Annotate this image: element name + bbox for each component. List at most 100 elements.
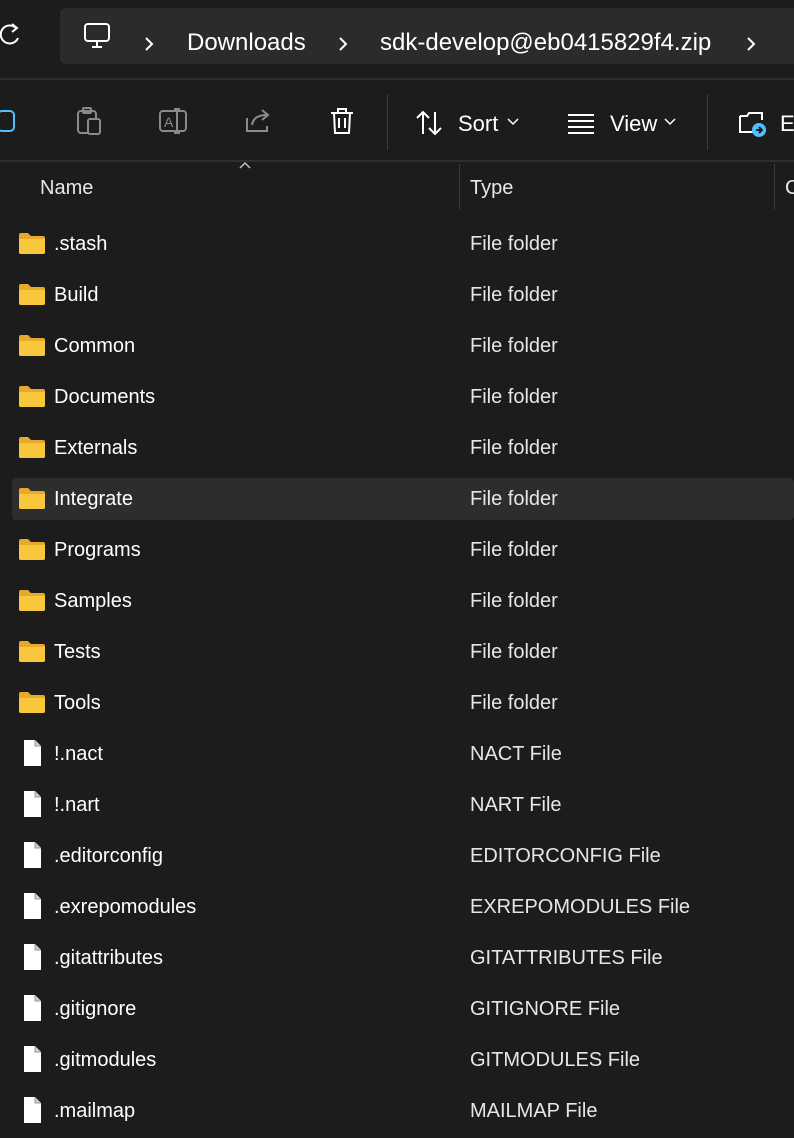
copy-icon[interactable]: [0, 106, 18, 136]
breadcrumb-item-downloads[interactable]: Downloads: [187, 29, 306, 57]
file-name: .gitignore: [54, 998, 137, 1020]
file-row[interactable]: Samples File folder: [12, 580, 794, 622]
file-row[interactable]: .gitmodules GITMODULES File: [12, 1039, 794, 1081]
file-name: Build: [54, 284, 99, 306]
file-row[interactable]: .exrepomodules EXREPOMODULES File: [12, 886, 794, 928]
file-name: .gitmodules: [54, 1049, 157, 1071]
file-name: !.nact: [54, 743, 103, 765]
file-type: EXREPOMODULES File: [470, 896, 691, 918]
svg-text:A: A: [164, 114, 174, 130]
chevron-right-icon[interactable]: [744, 34, 758, 54]
breadcrumb[interactable]: Downloads sdk-develop@eb0415829f4.zip: [60, 8, 794, 64]
file-type: File folder: [470, 437, 558, 459]
column-header-type[interactable]: Type: [470, 176, 513, 200]
column-header: [0, 162, 794, 212]
file-row[interactable]: Externals File folder: [12, 427, 794, 469]
file-name: .mailmap: [54, 1100, 136, 1122]
file-row[interactable]: .gitignore GITIGNORE File: [12, 988, 794, 1030]
file-type: File folder: [470, 233, 558, 255]
file-row[interactable]: .editorconfig EDITORCONFIG File: [12, 835, 794, 877]
file-icon: [24, 791, 41, 817]
extract-all-icon[interactable]: [737, 108, 767, 138]
file-type: File folder: [470, 692, 558, 714]
file-row[interactable]: Integrate File folder: [12, 478, 794, 520]
file-name: Tests: [54, 641, 101, 663]
file-name: Samples: [54, 590, 132, 612]
file-type: File folder: [470, 641, 558, 663]
file-row[interactable]: Common File folder: [12, 325, 794, 367]
column-resizer[interactable]: [774, 164, 775, 210]
file-name: Documents: [54, 386, 156, 408]
file-type: NART File: [470, 794, 562, 816]
file-icon: [24, 944, 41, 970]
file-row[interactable]: .mailmap MAILMAP File: [12, 1090, 794, 1132]
sort-icon[interactable]: [414, 108, 444, 138]
file-icon: [24, 1046, 41, 1072]
file-type: File folder: [470, 335, 558, 357]
file-name: .exrepomodules: [54, 896, 197, 918]
file-row[interactable]: Build File folder: [12, 274, 794, 316]
toolbar-divider: [387, 94, 388, 150]
this-pc-icon[interactable]: [82, 21, 112, 51]
column-header-name[interactable]: Name: [40, 176, 93, 200]
extract-all-button[interactable]: Ex: [780, 111, 794, 137]
file-row[interactable]: Programs File folder: [12, 529, 794, 571]
file-icon: [24, 1097, 41, 1123]
file-row[interactable]: !.nact NACT File: [12, 733, 794, 775]
view-icon[interactable]: [566, 108, 596, 138]
chevron-right-icon[interactable]: [142, 34, 156, 54]
chevron-down-icon[interactable]: [507, 118, 519, 126]
folder-icon: [19, 233, 45, 254]
chevron-right-icon[interactable]: [336, 34, 350, 54]
file-name: .stash: [54, 233, 108, 255]
file-icon: [24, 842, 41, 868]
file-name: .editorconfig: [54, 845, 163, 867]
folder-icon: [19, 386, 45, 407]
folder-icon: [19, 641, 45, 662]
folder-icon: [19, 488, 45, 509]
column-header-third[interactable]: C: [785, 176, 794, 200]
column-resizer[interactable]: [459, 164, 460, 210]
file-type: File folder: [470, 284, 558, 306]
file-type: GITMODULES File: [470, 1049, 641, 1071]
file-type: File folder: [470, 488, 558, 510]
file-row[interactable]: .stash File folder: [12, 223, 794, 265]
file-name: .gitattributes: [54, 947, 163, 969]
paste-icon[interactable]: [74, 106, 104, 136]
sort-ascending-icon: [239, 161, 251, 169]
file-row[interactable]: .gitattributes GITATTRIBUTES File: [12, 937, 794, 979]
file-row[interactable]: Documents File folder: [12, 376, 794, 418]
rename-icon[interactable]: A: [158, 106, 188, 136]
breadcrumb-item-zip[interactable]: sdk-develop@eb0415829f4.zip: [380, 29, 711, 57]
file-icon: [24, 995, 41, 1021]
view-button[interactable]: View: [610, 111, 657, 137]
folder-icon: [19, 284, 45, 305]
file-row[interactable]: Tools File folder: [12, 682, 794, 724]
file-type: GITATTRIBUTES File: [470, 947, 663, 969]
folder-icon: [19, 335, 45, 356]
folder-icon: [19, 539, 45, 560]
file-row[interactable]: !.nart NART File: [12, 784, 794, 826]
file-name: Common: [54, 335, 136, 357]
file-row[interactable]: Tests File folder: [12, 631, 794, 673]
delete-icon[interactable]: [327, 106, 357, 136]
file-type: GITIGNORE File: [470, 998, 621, 1020]
file-name: !.nart: [54, 794, 100, 816]
file-type: EDITORCONFIG File: [470, 845, 661, 867]
refresh-icon[interactable]: [0, 22, 22, 48]
address-bar: Downloads sdk-develop@eb0415829f4.zip: [0, 0, 794, 78]
file-name: Externals: [54, 437, 138, 459]
file-type: MAILMAP File: [470, 1100, 598, 1122]
folder-icon: [19, 437, 45, 458]
folder-icon: [19, 692, 45, 713]
sort-button[interactable]: Sort: [458, 111, 498, 137]
file-type: File folder: [470, 386, 558, 408]
file-name: Integrate: [54, 488, 133, 510]
toolbar-divider: [707, 94, 708, 150]
chevron-down-icon[interactable]: [664, 118, 676, 126]
folder-icon: [19, 590, 45, 611]
share-icon[interactable]: [243, 106, 273, 136]
file-type: File folder: [470, 590, 558, 612]
file-icon: [24, 740, 41, 766]
file-type: File folder: [470, 539, 558, 561]
